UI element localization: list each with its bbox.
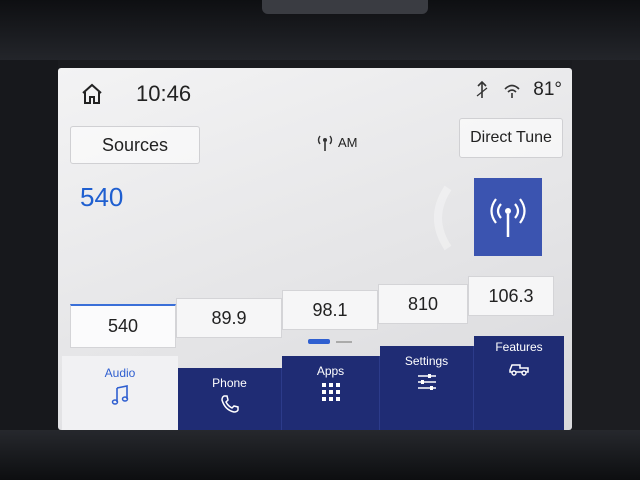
preset-2[interactable]: 89.9 (176, 298, 282, 338)
nav-features[interactable]: Features (474, 336, 564, 430)
preset-5[interactable]: 106.3 (468, 276, 554, 316)
nav-audio[interactable]: Audio (62, 356, 178, 430)
nav-features-label: Features (495, 340, 543, 354)
bezel-right (572, 60, 640, 440)
music-note-icon (111, 385, 129, 405)
nav-settings[interactable]: Settings (380, 346, 474, 430)
direct-tune-button[interactable]: Direct Tune (459, 118, 563, 158)
status-icons: 81° (473, 79, 562, 101)
nav-audio-label: Audio (104, 366, 136, 380)
antenna-icon (476, 80, 488, 98)
temperature: 81° (533, 79, 562, 100)
clock: 10:46 (136, 81, 192, 106)
nav-apps[interactable]: Apps (282, 356, 380, 430)
band-indicator: AM (316, 132, 358, 152)
preset-4[interactable]: 810 (378, 284, 468, 324)
nav-apps-label: Apps (316, 364, 345, 378)
nav-settings-label: Settings (404, 354, 449, 368)
band-label: AM (338, 134, 358, 150)
phone-icon (220, 395, 239, 413)
nav-bar: Phone Apps Settings Features (178, 334, 572, 430)
sliders-icon (417, 374, 436, 390)
nav-phone[interactable]: Phone (178, 368, 282, 430)
home-icon[interactable] (80, 82, 104, 106)
current-frequency: 540 (80, 182, 124, 212)
nav-phone-label: Phone (212, 376, 247, 390)
infotainment-screen: 10:46 81° Sources 540 AM Direct Tune 540… (58, 68, 572, 430)
bezel-left (0, 60, 58, 440)
bezel-bottom (0, 430, 640, 480)
radio-tower-icon (317, 135, 333, 151)
sources-button[interactable]: Sources (70, 126, 200, 164)
wifi-icon (504, 84, 520, 98)
station-art-tile[interactable] (474, 178, 542, 256)
bezel-top (0, 0, 640, 60)
truck-icon (509, 364, 529, 376)
radio-tower-icon (490, 198, 526, 237)
preset-1[interactable]: 540 (70, 304, 176, 348)
air-vent (262, 0, 428, 14)
apps-grid-icon (321, 383, 340, 401)
preset-3[interactable]: 98.1 (282, 290, 378, 330)
